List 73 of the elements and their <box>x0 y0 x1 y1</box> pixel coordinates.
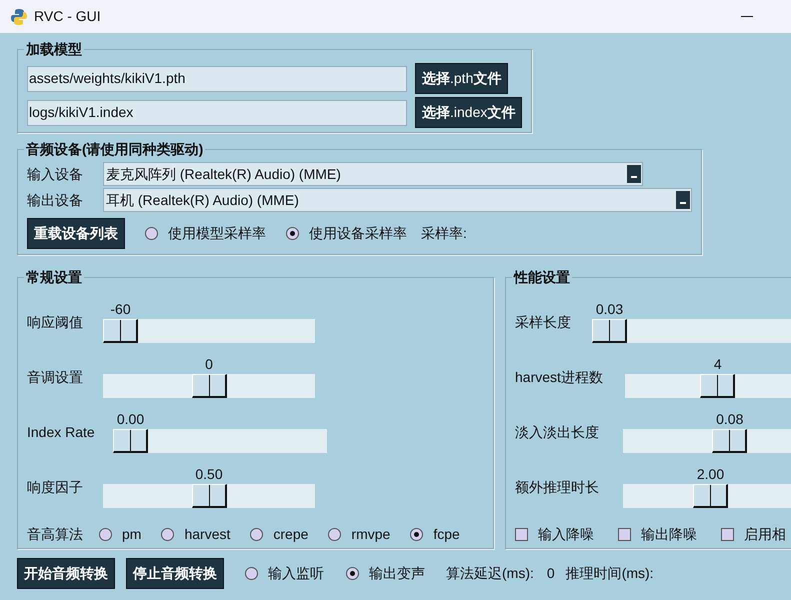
radio-label: fcpe <box>433 525 460 544</box>
slider-thumb[interactable] <box>693 484 728 508</box>
radio-label: rmvpe <box>351 525 390 544</box>
reload-devices-button[interactable]: 重载设备列表 <box>27 218 125 249</box>
radio-label: 输入监听 <box>268 564 324 583</box>
slider-label: Index Rate <box>27 423 96 442</box>
latency-value: 0 <box>546 564 555 583</box>
radio-button[interactable] <box>410 528 424 541</box>
device-label: 输出设备 <box>27 190 84 210</box>
checkbox[interactable] <box>618 528 631 541</box>
slider-label: 音调设置 <box>27 368 84 387</box>
minimize-icon[interactable] <box>741 16 753 18</box>
window-title: RVC - GUI <box>34 7 101 26</box>
radio-label: 使用设备采样率 <box>309 224 407 243</box>
slider-label: 采样长度 <box>515 313 572 332</box>
radio-button[interactable] <box>328 528 342 541</box>
radio-button[interactable] <box>99 528 112 541</box>
radio-label: crepe <box>273 525 308 544</box>
slider-value: -60 <box>109 300 132 319</box>
slider-thumb[interactable] <box>700 374 736 398</box>
group-title: 加载模型 <box>24 40 83 59</box>
group-title: 性能设置 <box>512 268 571 287</box>
slider-label: 淡入淡出长度 <box>515 423 600 442</box>
radio-button[interactable] <box>145 227 158 240</box>
checkbox[interactable] <box>515 528 528 541</box>
radio-button[interactable] <box>250 528 264 541</box>
slider-value: 0.08 <box>715 410 744 429</box>
device-dropdown[interactable]: 耳机 (Realtek(R) Audio) (MME) <box>103 188 692 212</box>
slider-thumb[interactable] <box>592 319 627 343</box>
radio-label: 输出变声 <box>369 564 425 583</box>
radio-label: 使用模型采样率 <box>168 224 266 243</box>
path-field[interactable]: logs/kikiV1.index <box>27 100 407 126</box>
pitch-algorithm-label: 音高算法 <box>27 525 83 544</box>
device-name: 麦克风阵列 (Realtek(R) Audio) (MME) <box>106 164 342 184</box>
device-label: 输入设备 <box>27 164 84 184</box>
radio-label: harvest <box>184 525 230 544</box>
choose-file-button[interactable]: 选择.index文件 <box>415 97 522 128</box>
radio-button[interactable] <box>346 567 359 580</box>
checkbox[interactable] <box>721 528 734 541</box>
slider-thumb[interactable] <box>192 374 226 398</box>
inference-time-label: 推理时间(ms): <box>566 564 654 583</box>
slider-value: 0.03 <box>594 300 624 319</box>
slider-value: 0.50 <box>194 465 224 484</box>
slider-label: 响应阈值 <box>27 313 84 332</box>
group-title: 常规设置 <box>25 268 83 287</box>
slider-value: 2.00 <box>696 465 726 484</box>
radio-button[interactable] <box>245 567 258 580</box>
path-field[interactable]: assets/weights/kikiV1.pth <box>27 66 407 92</box>
start-conversion-button[interactable]: 开始音频转换 <box>17 558 115 589</box>
slider-thumb[interactable] <box>103 319 138 343</box>
slider-thumb[interactable] <box>712 429 748 453</box>
slider-label: 响度因子 <box>27 478 84 497</box>
choose-file-button[interactable]: 选择.pth文件 <box>415 63 508 94</box>
device-name: 耳机 (Realtek(R) Audio) (MME) <box>106 190 300 210</box>
sample-rate-label: 采样率: <box>421 224 467 243</box>
slider-value: 4 <box>712 355 723 374</box>
radio-button[interactable] <box>161 528 174 541</box>
slider-value: 0.00 <box>116 410 146 429</box>
slider-thumb[interactable] <box>113 429 148 453</box>
latency-label: 算法延迟(ms): <box>446 564 534 583</box>
slider-thumb[interactable] <box>192 484 226 508</box>
slider-value: 0 <box>204 355 214 374</box>
slider-label: harvest进程数 <box>515 368 604 387</box>
checkbox-label: 输入降噪 <box>538 525 594 544</box>
radio-button[interactable] <box>286 227 299 240</box>
checkbox-label: 输出降噪 <box>641 525 697 544</box>
group-title: 音频设备(请使用同种类驱动) <box>25 140 204 159</box>
python-logo-icon <box>10 8 28 26</box>
radio-label: pm <box>122 525 142 544</box>
slider-label: 额外推理时长 <box>515 478 600 497</box>
stop-conversion-button[interactable]: 停止音频转换 <box>126 558 224 589</box>
checkbox-label: 启用相 <box>744 525 786 544</box>
device-dropdown[interactable]: 麦克风阵列 (Realtek(R) Audio) (MME) <box>103 162 643 186</box>
